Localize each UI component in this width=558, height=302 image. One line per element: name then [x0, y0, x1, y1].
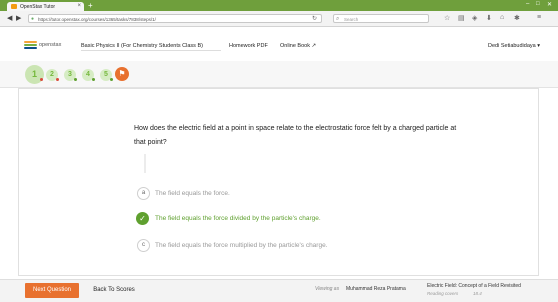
lock-icon: ●: [31, 16, 35, 22]
forward-arrow-icon[interactable]: ▶: [16, 14, 21, 22]
online-book-link[interactable]: Online Book ↗: [280, 43, 316, 49]
header-divider: [81, 50, 221, 51]
free-response-marker: [144, 154, 146, 173]
answer-letter-c: c: [137, 239, 150, 252]
menu-icon[interactable]: ≡: [537, 14, 541, 21]
viewing-as-label: Viewing as: [315, 286, 340, 292]
question-text: How does the electric field at a point i…: [134, 125, 457, 146]
answer-option-c[interactable]: c The field equals the force multiplied …: [137, 239, 328, 252]
new-tab-button[interactable]: +: [88, 1, 93, 10]
answer-option-b-correct[interactable]: ✓ The field equals the force divided by …: [136, 212, 321, 225]
answer-letter-a: a: [137, 187, 150, 200]
home-icon[interactable]: ⌂: [500, 14, 504, 21]
openstax-logo-icon: [24, 41, 37, 49]
correct-check-icon: ✓: [136, 212, 149, 225]
openstax-favicon-icon: [11, 4, 17, 9]
addon-icon[interactable]: ✱: [514, 14, 520, 22]
next-question-button[interactable]: Next Question: [25, 283, 79, 298]
step-5-status-dot: [110, 78, 113, 81]
star-icon[interactable]: ☆: [444, 14, 450, 22]
reading-title[interactable]: Electric Field: Concept of a Field Revis…: [427, 283, 521, 289]
tab-close-icon[interactable]: ×: [77, 3, 81, 9]
step-4-status-dot: [92, 78, 95, 81]
search-icon: ⌕: [336, 16, 340, 22]
viewing-as-name: Muhammad Reza Pratama: [346, 286, 406, 292]
reading-covers-label: Reading covers: [427, 291, 459, 296]
course-title[interactable]: Basic Physics II (For Chemistry Students…: [81, 43, 203, 49]
answer-option-a[interactable]: a The field equals the force.: [137, 187, 230, 200]
browser-toolbar: ◀ ▶ ● https://tutor.openstax.org/courses…: [0, 11, 558, 27]
chevron-down-icon: ▾: [537, 43, 540, 49]
checkered-flag-icon[interactable]: ⚑: [115, 67, 129, 81]
step-2-status-dot: [56, 78, 59, 81]
reading-covers-value: 18.4: [473, 291, 482, 296]
tab-title: OpenStax Tutor: [20, 3, 56, 10]
openstax-logo[interactable]: openstax: [24, 41, 61, 49]
maximize-icon[interactable]: □: [536, 1, 540, 7]
minimize-icon[interactable]: –: [526, 1, 529, 7]
external-link-icon: ↗: [311, 43, 317, 49]
answer-text-b: The field equals the force divided by th…: [155, 215, 321, 222]
search-placeholder: Search: [344, 17, 359, 22]
download-icon[interactable]: ⬇: [486, 14, 492, 22]
app-header: openstax Basic Physics II (For Chemistry…: [0, 27, 558, 62]
search-input[interactable]: ⌕ Search: [333, 14, 429, 23]
step-1-status-dot: [40, 78, 43, 81]
back-to-scores-button[interactable]: Back To Scores: [86, 283, 142, 298]
shield-icon[interactable]: ◈: [472, 14, 477, 22]
step-1[interactable]: 1: [25, 65, 44, 84]
answer-text-a: The field equals the force.: [155, 190, 230, 197]
reload-icon[interactable]: ↻: [312, 15, 317, 24]
step-progress-bar: 1 2 3 4 5 ⚑: [0, 61, 558, 88]
url-text: https://tutor.openstax.org/courses/1365/…: [38, 17, 156, 22]
answer-text-c: The field equals the force multiplied by…: [155, 242, 328, 249]
homework-pdf-link[interactable]: Homework PDF: [229, 43, 268, 49]
reading-list-icon[interactable]: ▤: [458, 14, 465, 22]
url-bar[interactable]: ● https://tutor.openstax.org/courses/136…: [28, 14, 322, 23]
browser-titlebar: OpenStax Tutor × + – □ ✕: [0, 0, 558, 11]
logo-text: openstax: [39, 42, 62, 48]
browser-tab[interactable]: OpenStax Tutor ×: [7, 2, 84, 11]
step-3-status-dot: [74, 78, 77, 81]
user-menu[interactable]: Dedi Setiabudidaya ▾: [488, 43, 540, 49]
back-arrow-icon[interactable]: ◀: [7, 14, 12, 22]
close-window-icon[interactable]: ✕: [547, 1, 552, 8]
